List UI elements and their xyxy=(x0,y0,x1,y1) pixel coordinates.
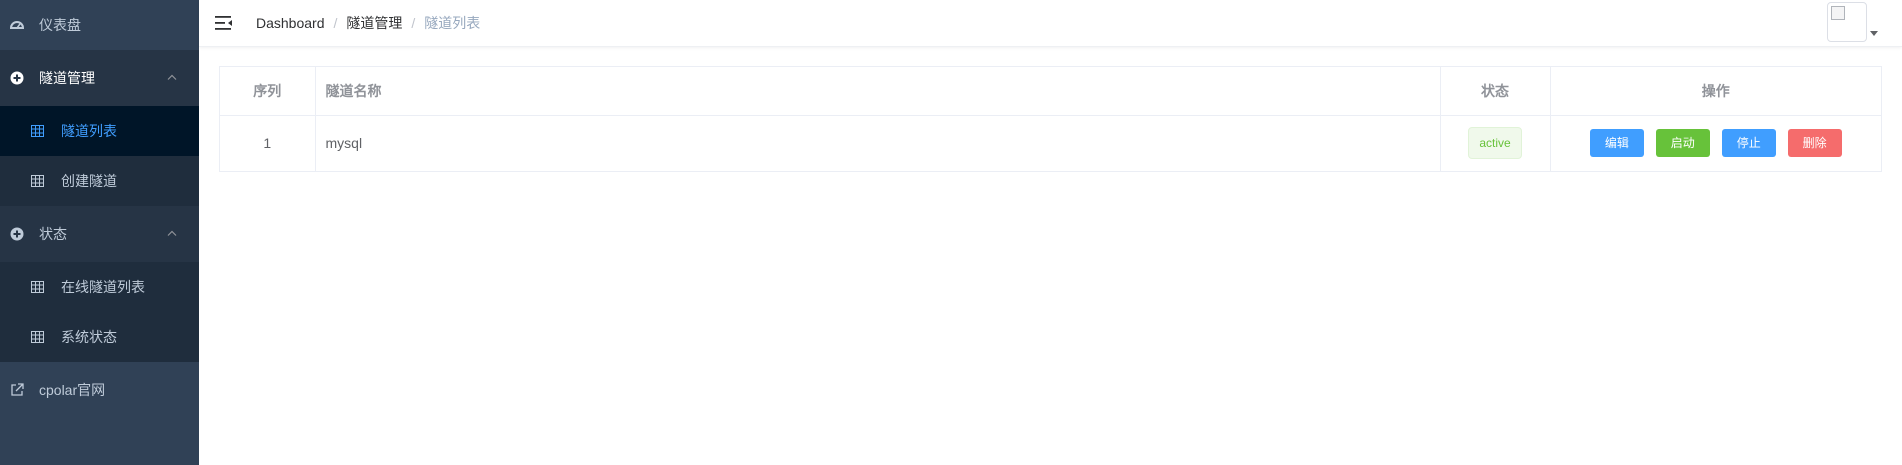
dashboard-icon xyxy=(9,17,25,33)
sidebar-item-label: 在线隧道列表 xyxy=(61,279,145,295)
delete-button[interactable]: 删除 xyxy=(1787,129,1842,158)
sidebar-item-label: cpolar官网 xyxy=(39,382,106,398)
sidebar-group-status[interactable]: 状态 xyxy=(0,206,199,262)
table-row: 1 mysql active 编辑 启动 停止 删除 xyxy=(220,115,1881,171)
sidebar-item-official-site[interactable]: cpolar官网 xyxy=(0,362,199,418)
sidebar-item-label: 系统状态 xyxy=(61,329,117,345)
chevron-up-icon xyxy=(167,229,177,240)
start-button[interactable]: 启动 xyxy=(1655,129,1710,158)
table-icon xyxy=(29,329,45,345)
column-header-name: 隧道名称 xyxy=(315,67,1441,116)
table-icon xyxy=(29,173,45,189)
breadcrumb-item-dashboard[interactable]: Dashboard xyxy=(256,15,325,31)
sidebar-item-label: 隧道列表 xyxy=(61,123,117,139)
column-header-index: 序列 xyxy=(220,67,316,116)
sidebar: 仪表盘 隧道管理 隧道列表 创建隧道 状态 在线隧道列表 系统状态 cpolar… xyxy=(0,0,199,465)
sidebar-item-system-status[interactable]: 系统状态 xyxy=(0,312,199,362)
table-icon xyxy=(29,279,45,295)
avatar[interactable] xyxy=(1827,2,1867,42)
sidebar-item-label: 仪表盘 xyxy=(39,17,81,33)
breadcrumb-item-tunnel-list: 隧道列表 xyxy=(424,15,481,31)
navbar: Dashboard / 隧道管理 / 隧道列表 xyxy=(199,0,1902,47)
column-header-status: 状态 xyxy=(1440,67,1551,116)
external-link-icon xyxy=(9,382,25,398)
cell-status: active xyxy=(1440,115,1551,171)
chevron-up-icon xyxy=(167,73,177,84)
plus-circle-icon xyxy=(9,70,25,86)
sidebar-group-tunnel-management[interactable]: 隧道管理 xyxy=(0,50,199,106)
edit-button[interactable]: 编辑 xyxy=(1589,129,1644,158)
breadcrumb-separator: / xyxy=(411,15,416,31)
stop-button[interactable]: 停止 xyxy=(1721,129,1776,158)
breadcrumb-item-tunnel-management[interactable]: 隧道管理 xyxy=(346,13,402,33)
hamburger-icon[interactable] xyxy=(215,15,233,31)
cell-actions: 编辑 启动 停止 删除 xyxy=(1550,115,1881,171)
table-header-row: 序列 隧道名称 状态 操作 xyxy=(220,67,1881,116)
sidebar-item-dashboard[interactable]: 仪表盘 xyxy=(0,0,199,50)
column-header-actions: 操作 xyxy=(1550,67,1881,116)
status-badge: active xyxy=(1468,127,1522,160)
sidebar-group-label: 隧道管理 xyxy=(39,70,95,86)
sidebar-item-online-tunnels[interactable]: 在线隧道列表 xyxy=(0,262,199,312)
caret-down-icon[interactable] xyxy=(1870,31,1878,36)
tunnel-table: 序列 隧道名称 状态 操作 1 mysql active 编辑 启动 停止 删除 xyxy=(219,66,1882,172)
breadcrumb: Dashboard / 隧道管理 / 隧道列表 xyxy=(256,13,480,33)
cell-index: 1 xyxy=(220,115,316,171)
user-menu[interactable] xyxy=(1827,2,1878,42)
breadcrumb-separator: / xyxy=(333,15,338,31)
cell-name: mysql xyxy=(315,115,1441,171)
sidebar-item-create-tunnel[interactable]: 创建隧道 xyxy=(0,156,199,206)
plus-circle-icon xyxy=(9,226,25,242)
sidebar-item-label: 创建隧道 xyxy=(61,173,117,189)
table-icon xyxy=(29,123,45,139)
sidebar-group-label: 状态 xyxy=(39,226,67,242)
sidebar-item-tunnel-list[interactable]: 隧道列表 xyxy=(0,106,199,156)
